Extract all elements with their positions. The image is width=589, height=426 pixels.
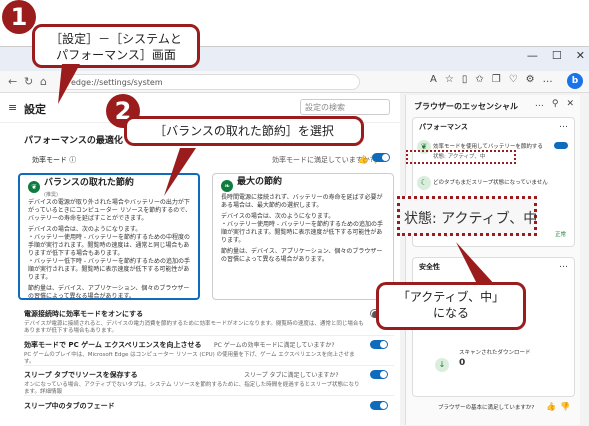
zoom-text: 状態: アクティブ、中 bbox=[404, 211, 538, 227]
step2-callout: ［バランスの取れた節約］を選択 bbox=[124, 116, 364, 146]
result-callout: 「アクティブ、中」 になる bbox=[376, 282, 526, 330]
result-line2: になる bbox=[432, 306, 469, 320]
status-highlight bbox=[406, 150, 516, 164]
step2-text: ［バランスの取れた節約］を選択 bbox=[154, 124, 334, 138]
step1-arrow bbox=[58, 64, 80, 104]
zoom-callout: 状態: アクティブ、中 bbox=[397, 196, 537, 236]
result-arrow bbox=[456, 242, 496, 286]
step2-arrow bbox=[164, 148, 196, 196]
result-line1: 「アクティブ、中」 bbox=[397, 290, 505, 304]
